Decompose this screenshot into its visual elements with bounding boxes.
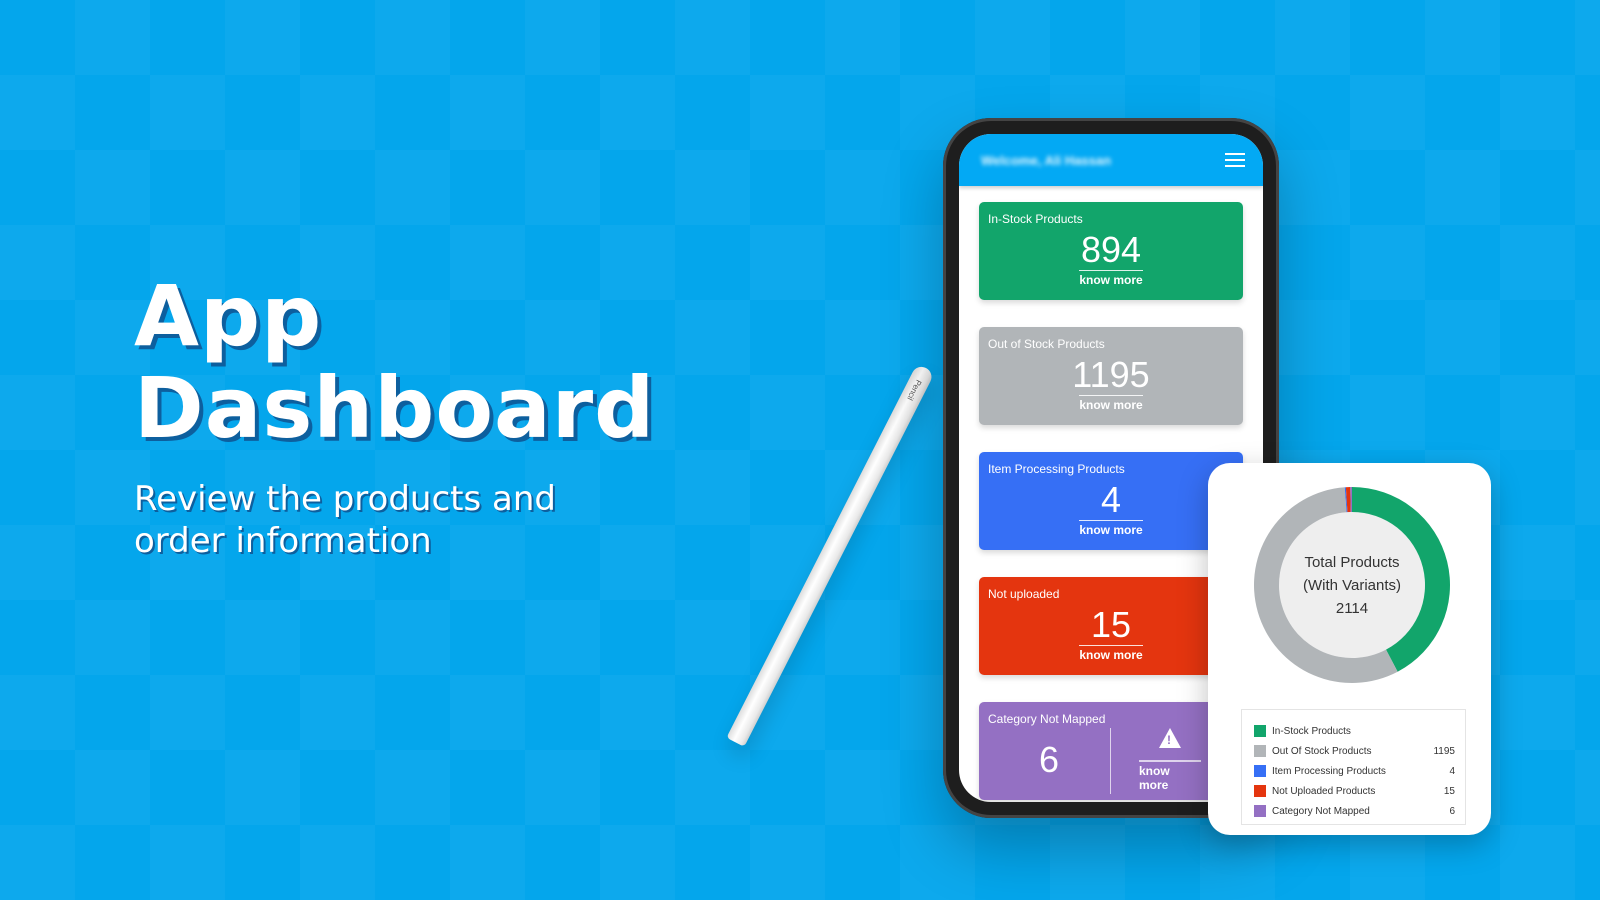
card-title: Item Processing Products xyxy=(988,462,1125,476)
card-title: In-Stock Products xyxy=(988,212,1083,226)
card-out-of-stock[interactable]: Out of Stock Products 1195 know more xyxy=(979,327,1243,425)
know-more-link[interactable]: know more xyxy=(1079,520,1143,537)
legend-item[interactable]: Category Not Mapped 6 xyxy=(1254,801,1455,821)
legend-label: Item Processing Products xyxy=(1272,765,1386,777)
card-title: Out of Stock Products xyxy=(988,337,1105,351)
card-value: 1195 xyxy=(1072,354,1150,395)
legend-swatch xyxy=(1254,805,1266,817)
card-in-stock[interactable]: In-Stock Products 894 know more xyxy=(979,202,1243,300)
legend-value: 1195 xyxy=(1433,745,1455,757)
welcome-text: Welcome, Ali Hassan xyxy=(981,152,1112,168)
card-value: 15 xyxy=(1090,604,1132,645)
hero-subtitle: Review the products and order informatio… xyxy=(134,478,655,562)
hero-section: App Dashboard Review the products and or… xyxy=(134,270,655,562)
know-more-link[interactable]: know more xyxy=(1079,270,1143,287)
card-value: 894 xyxy=(1080,229,1142,270)
center-label-line2: (With Variants) xyxy=(1302,576,1402,594)
legend-label: Out Of Stock Products xyxy=(1272,745,1372,757)
hero-title-line1: App xyxy=(134,267,323,365)
hero-title-line2: Dashboard xyxy=(134,359,656,457)
app-header: Welcome, Ali Hassan xyxy=(959,134,1263,186)
legend-item[interactable]: Not Uploaded Products 15 xyxy=(1254,781,1455,801)
legend-value: 4 xyxy=(1449,765,1455,777)
legend-swatch xyxy=(1254,765,1266,777)
card-category-not-mapped[interactable]: Category Not Mapped 6 know more xyxy=(979,702,1243,800)
hero-title: App Dashboard xyxy=(134,270,655,454)
know-more-link[interactable]: know more xyxy=(1139,760,1201,792)
card-title: Not uploaded xyxy=(988,587,1060,601)
card-value: 6 xyxy=(1039,739,1060,780)
legend-swatch xyxy=(1254,785,1266,797)
card-divider xyxy=(1110,728,1111,794)
know-more-link[interactable]: know more xyxy=(1079,395,1143,412)
card-value: 4 xyxy=(1100,479,1122,520)
hero-subtitle-line1: Review the products and xyxy=(134,479,556,519)
center-label-line1: Total Products xyxy=(1304,553,1400,571)
know-more-link[interactable]: know more xyxy=(1079,645,1143,662)
hero-subtitle-line2: order information xyxy=(134,521,432,561)
legend-swatch xyxy=(1254,725,1266,737)
legend-swatch xyxy=(1254,745,1266,757)
card-item-processing[interactable]: Item Processing Products 4 know more xyxy=(979,452,1243,550)
card-not-uploaded[interactable]: Not uploaded 15 know more xyxy=(979,577,1243,675)
legend-item[interactable]: Item Processing Products 4 xyxy=(1254,761,1455,781)
legend-label: Not Uploaded Products xyxy=(1272,785,1376,797)
legend-label: In-Stock Products xyxy=(1272,725,1351,737)
warning-icon xyxy=(1159,728,1181,748)
stylus-pencil-image: Pencil xyxy=(726,363,935,747)
legend-item[interactable]: In-Stock Products xyxy=(1254,721,1455,741)
chart-legend: In-Stock Products Out Of Stock Products … xyxy=(1241,709,1466,825)
legend-label: Category Not Mapped xyxy=(1272,805,1370,817)
donut-center-label: Total Products (With Variants) 2114 xyxy=(1252,485,1452,685)
legend-value: 6 xyxy=(1449,805,1455,817)
center-total: 2114 xyxy=(1335,599,1369,617)
card-title: Category Not Mapped xyxy=(988,712,1106,726)
legend-value: 15 xyxy=(1443,785,1455,797)
pencil-label: Pencil xyxy=(905,378,924,402)
total-products-chart-card: Total Products (With Variants) 2114 In-S… xyxy=(1208,463,1491,835)
legend-item[interactable]: Out Of Stock Products 1195 xyxy=(1254,741,1455,761)
hamburger-menu-icon[interactable] xyxy=(1225,153,1245,167)
